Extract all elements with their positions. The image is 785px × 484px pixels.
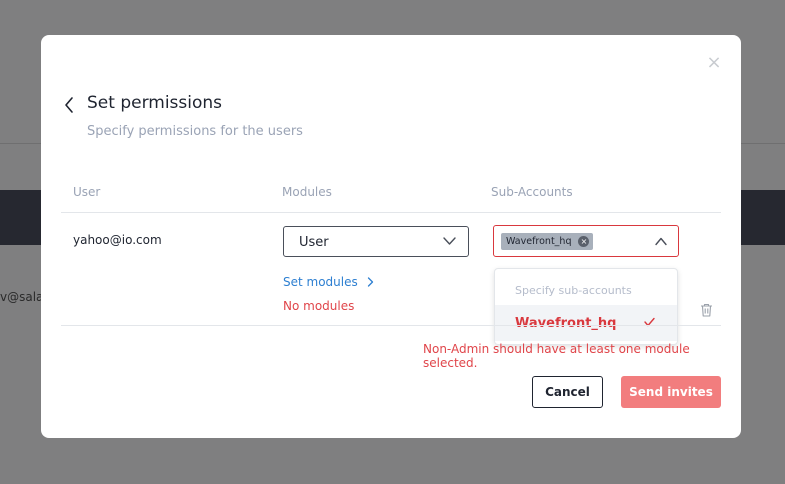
modal-subtitle: Specify permissions for the users (87, 124, 303, 139)
background-partial-text: v@sala (0, 290, 44, 304)
chevron-right-icon (367, 277, 373, 287)
modules-select[interactable]: User (283, 226, 469, 257)
chevron-up-icon (655, 237, 667, 246)
chip-remove-icon[interactable]: × (578, 236, 590, 247)
dropdown-option-label: Wavefront_hq (515, 316, 617, 331)
modules-select-value: User (299, 235, 329, 250)
modal-title: Set permissions (87, 93, 223, 113)
column-header-sub-accounts: Sub-Accounts (491, 185, 573, 199)
header-divider (61, 212, 721, 213)
back-chevron-icon[interactable] (63, 96, 77, 114)
chevron-down-icon (443, 237, 456, 245)
sub-accounts-dropdown: Specify sub-accounts Wavefront_hq (494, 268, 678, 345)
no-modules-label: No modules (283, 299, 355, 313)
set-modules-label: Set modules (283, 275, 358, 289)
row-divider (61, 325, 721, 326)
send-invites-button[interactable]: Send invites (621, 376, 721, 408)
sub-account-chip: Wavefront_hq × (501, 233, 594, 250)
sub-account-chip-label: Wavefront_hq (506, 236, 572, 247)
cancel-button[interactable]: Cancel (532, 376, 603, 408)
set-modules-link[interactable]: Set modules (283, 275, 374, 289)
dropdown-option-wavefront-hq[interactable]: Wavefront_hq (495, 305, 677, 341)
sub-accounts-select[interactable]: Wavefront_hq × (493, 225, 679, 257)
trash-icon[interactable] (700, 303, 713, 317)
set-permissions-modal: × Set permissions Specify permissions fo… (41, 35, 741, 438)
column-header-user: User (73, 185, 101, 199)
user-email: yahoo@io.com (73, 233, 162, 247)
close-icon[interactable]: × (706, 54, 722, 72)
column-header-modules: Modules (282, 185, 332, 199)
dropdown-placeholder: Specify sub-accounts (515, 284, 632, 297)
error-message: Non-Admin should have at least one modul… (423, 342, 690, 370)
